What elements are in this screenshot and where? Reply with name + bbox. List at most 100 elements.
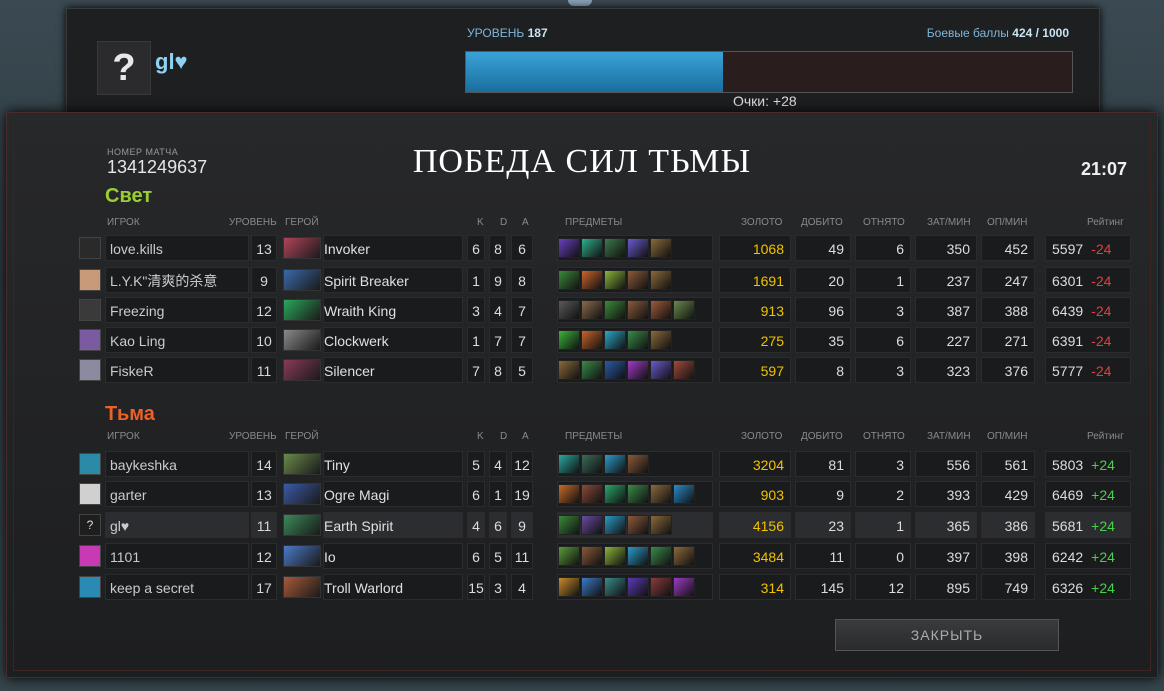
col-lh: ДОБИТО xyxy=(801,431,843,442)
player-row[interactable]: garter 13 Ogre Magi 6 1 19 903 9 2 393 429 6469 +24 xyxy=(79,481,1131,507)
rating-change: +24 xyxy=(1091,518,1115,534)
item-icon[interactable] xyxy=(558,238,580,258)
item-icon[interactable] xyxy=(581,270,603,290)
item-icon[interactable] xyxy=(558,577,580,597)
item-icon[interactable] xyxy=(558,330,580,350)
item-icon[interactable] xyxy=(627,454,649,474)
col-gold: ЗОЛОТО xyxy=(741,431,783,442)
item-icon[interactable] xyxy=(558,515,580,535)
item-icon[interactable] xyxy=(558,270,580,290)
item-icon[interactable] xyxy=(604,238,626,258)
item-icon[interactable] xyxy=(604,515,626,535)
item-icon[interactable] xyxy=(558,300,580,320)
item-icon[interactable] xyxy=(627,515,649,535)
item-icon[interactable] xyxy=(604,577,626,597)
item-icon[interactable] xyxy=(673,577,695,597)
item-icon[interactable] xyxy=(581,515,603,535)
item-icon[interactable] xyxy=(581,546,603,566)
item-icon[interactable] xyxy=(581,484,603,504)
player-row[interactable]: 1101 12 Io 6 5 11 3484 11 0 397 398 6242 +24 xyxy=(79,543,1131,569)
player-level: 11 xyxy=(251,357,277,383)
item-icon[interactable] xyxy=(673,546,695,566)
player-row[interactable]: L.Y.K"清爽的杀意 9 Spirit Breaker 1 9 8 1691 20 1 237 2… xyxy=(79,267,1131,293)
item-icon[interactable] xyxy=(650,270,672,290)
player-row[interactable]: Freezing 12 Wraith King 3 4 7 913 96 3 387 388 6439… xyxy=(79,297,1131,323)
item-icon[interactable] xyxy=(627,484,649,504)
close-button[interactable]: ЗАКРЫТЬ xyxy=(835,619,1059,651)
item-icon[interactable] xyxy=(581,454,603,474)
player-name[interactable]: garter xyxy=(105,481,249,507)
player-avatar-icon xyxy=(79,545,101,567)
item-icon[interactable] xyxy=(627,330,649,350)
item-icon[interactable] xyxy=(627,300,649,320)
gold-per-min: 895 xyxy=(915,574,977,600)
kills: 6 xyxy=(467,543,485,569)
player-name[interactable]: keep a secret xyxy=(105,574,249,600)
item-icon[interactable] xyxy=(604,484,626,504)
item-icon[interactable] xyxy=(604,454,626,474)
last-hits: 9 xyxy=(795,481,851,507)
rating-change: -24 xyxy=(1091,363,1112,379)
player-row[interactable]: keep a secret 17 Troll Warlord 15 3 4 314 145 12… xyxy=(79,574,1131,600)
item-icon[interactable] xyxy=(627,270,649,290)
item-icon[interactable] xyxy=(604,330,626,350)
item-icon[interactable] xyxy=(627,577,649,597)
item-icon[interactable] xyxy=(604,300,626,320)
player-level: 11 xyxy=(251,512,277,538)
item-icon[interactable] xyxy=(673,484,695,504)
player-name[interactable]: Kao Ling xyxy=(105,327,249,353)
item-icon[interactable] xyxy=(627,360,649,380)
item-icon[interactable] xyxy=(604,270,626,290)
denies: 3 xyxy=(855,451,911,477)
item-icon[interactable] xyxy=(650,577,672,597)
item-icon[interactable] xyxy=(650,330,672,350)
col-rating: Рейтинг xyxy=(1087,217,1124,228)
item-icon[interactable] xyxy=(581,360,603,380)
item-icon[interactable] xyxy=(650,238,672,258)
item-icon[interactable] xyxy=(604,546,626,566)
player-name[interactable]: Freezing xyxy=(105,297,249,323)
player-name[interactable]: L.Y.K"清爽的杀意 xyxy=(105,267,249,293)
item-icon[interactable] xyxy=(558,546,580,566)
item-icon[interactable] xyxy=(558,484,580,504)
assists: 5 xyxy=(511,357,533,383)
player-row[interactable]: Kao Ling 10 Clockwerk 1 7 7 275 35 6 227 271 6391 -2… xyxy=(79,327,1131,353)
xp-per-min: 271 xyxy=(981,327,1035,353)
item-icon[interactable] xyxy=(650,484,672,504)
deaths: 6 xyxy=(489,512,507,538)
player-row[interactable]: FiskeR 11 Silencer 7 8 5 597 8 3 323 376 5777 -24 xyxy=(79,357,1131,383)
item-icon[interactable] xyxy=(558,360,580,380)
player-row[interactable]: ? gl♥ 11 Earth Spirit 4 6 9 4156 23 1 365 386 5681 +2… xyxy=(79,512,1131,538)
item-icon[interactable] xyxy=(673,360,695,380)
player-avatar-icon xyxy=(79,576,101,598)
items-list xyxy=(557,235,713,261)
item-icon[interactable] xyxy=(650,360,672,380)
denies: 1 xyxy=(855,512,911,538)
item-icon[interactable] xyxy=(627,238,649,258)
item-icon[interactable] xyxy=(581,330,603,350)
item-icon[interactable] xyxy=(650,546,672,566)
col-k: K xyxy=(477,217,484,228)
player-row[interactable]: baykeshka 14 Tiny 5 4 12 3204 81 3 556 561 5803 +24 xyxy=(79,451,1131,477)
player-name[interactable]: gl♥ xyxy=(105,512,249,538)
player-avatar-icon: ? xyxy=(79,514,101,536)
item-icon[interactable] xyxy=(581,577,603,597)
items-list xyxy=(557,357,713,383)
player-name[interactable]: love.kills xyxy=(105,235,249,261)
item-icon[interactable] xyxy=(627,546,649,566)
player-name[interactable]: baykeshka xyxy=(105,451,249,477)
item-icon[interactable] xyxy=(581,300,603,320)
item-icon[interactable] xyxy=(650,300,672,320)
rating: 6326 +24 xyxy=(1045,574,1131,600)
player-row[interactable]: love.kills 13 Invoker 6 8 6 1068 49 6 350 452 5597-… xyxy=(79,235,1131,261)
player-avatar-icon xyxy=(79,237,101,259)
item-icon[interactable] xyxy=(673,300,695,320)
player-name[interactable]: FiskeR xyxy=(105,357,249,383)
item-icon[interactable] xyxy=(604,360,626,380)
item-icon[interactable] xyxy=(558,454,580,474)
item-icon[interactable] xyxy=(650,515,672,535)
player-name[interactable]: 1101 xyxy=(105,543,249,569)
item-icon[interactable] xyxy=(581,238,603,258)
gold-per-min: 365 xyxy=(915,512,977,538)
player-level: 9 xyxy=(251,267,277,293)
